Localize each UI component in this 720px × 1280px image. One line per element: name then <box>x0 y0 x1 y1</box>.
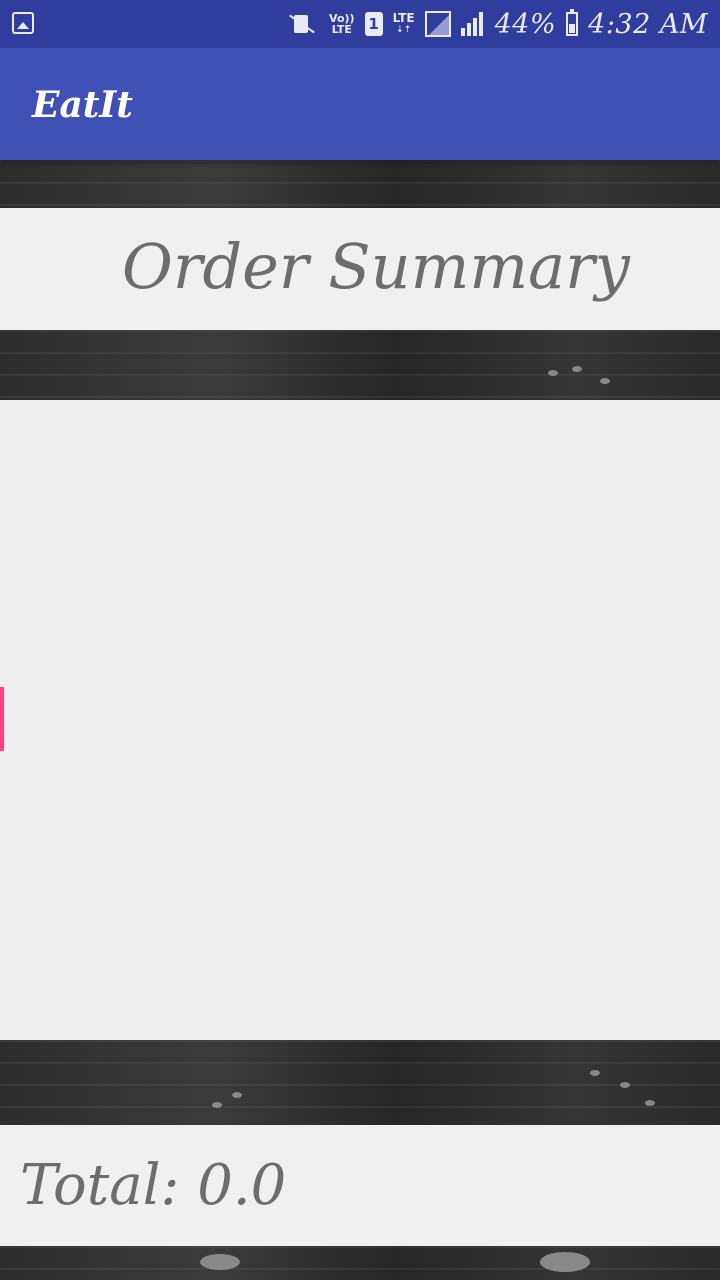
battery-icon <box>566 9 579 36</box>
flower-decoration <box>232 1092 242 1098</box>
flower-decoration <box>200 1254 240 1270</box>
status-icons: Vo)) LTE 1 LTE ⇣⇡ 44% 4:32 AM <box>285 0 708 48</box>
flower-decoration <box>590 1070 600 1076</box>
background-image-strip <box>0 1246 720 1280</box>
clock: 4:32 AM <box>588 8 708 40</box>
total-label: Total: 0.0 <box>20 1153 287 1218</box>
flower-decoration <box>620 1082 630 1088</box>
order-summary-title: Order Summary <box>122 230 630 303</box>
volte-bottom-label: LTE <box>331 23 352 36</box>
background-image-strip <box>0 1040 720 1125</box>
signal-strength-icon <box>424 11 451 37</box>
sim-slot-icon: 1 <box>364 12 383 36</box>
lte-label: LTE <box>392 11 415 25</box>
flower-decoration <box>548 370 558 376</box>
volte-icon: Vo)) LTE <box>329 13 355 35</box>
vibrate-icon <box>285 12 319 36</box>
flower-decoration <box>600 378 610 384</box>
app-title: EatIt <box>32 84 133 126</box>
cell-bars-icon <box>460 12 485 36</box>
order-list[interactable] <box>0 400 720 1040</box>
cart-screen: Vo)) LTE 1 LTE ⇣⇡ 44% 4:32 AM EatIt Orde… <box>0 0 720 1280</box>
background-image-strip <box>0 160 720 208</box>
status-bar: Vo)) LTE 1 LTE ⇣⇡ 44% 4:32 AM <box>0 0 720 48</box>
total-panel: Total: 0.0 <box>0 1125 720 1246</box>
edge-scroll-indicator <box>0 687 4 751</box>
app-bar: EatIt <box>0 48 720 160</box>
gallery-notification-icon <box>12 12 34 34</box>
order-summary-header: Order Summary <box>0 208 720 330</box>
data-arrows-icon: ⇣⇡ <box>396 25 412 35</box>
lte-icon: LTE ⇣⇡ <box>393 12 415 36</box>
background-image-strip <box>0 330 720 400</box>
flower-decoration <box>212 1102 222 1108</box>
flower-decoration <box>540 1252 590 1272</box>
flower-decoration <box>645 1100 655 1106</box>
flower-decoration <box>572 366 582 372</box>
battery-percent: 44% <box>494 8 557 40</box>
